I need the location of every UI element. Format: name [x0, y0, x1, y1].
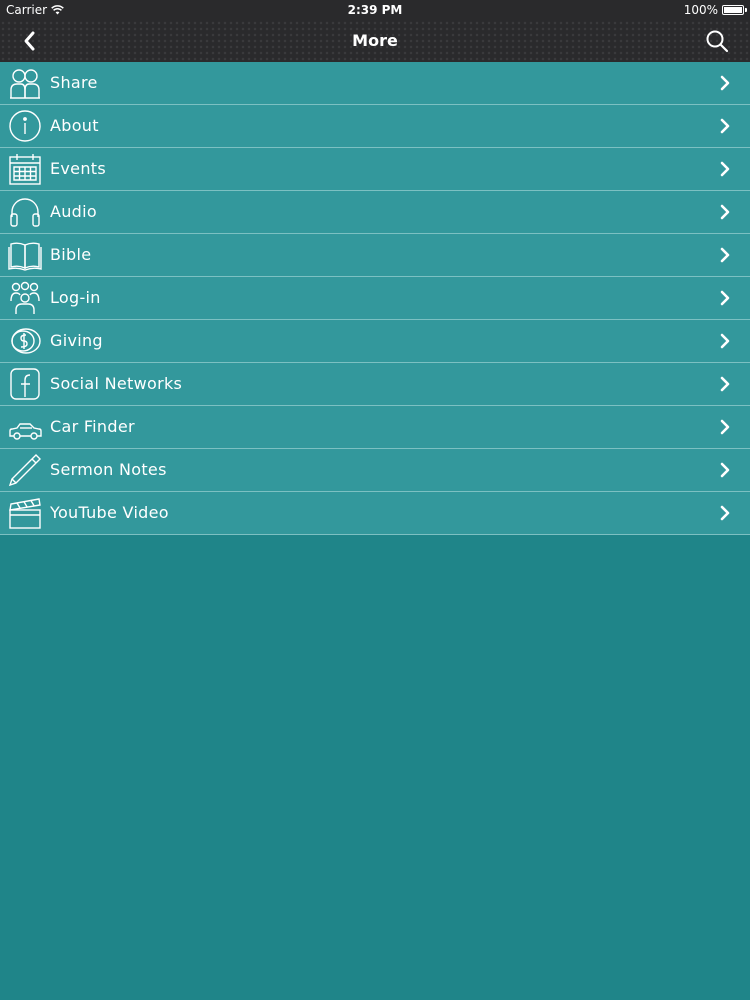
menu-item-label: Sermon Notes — [50, 460, 167, 479]
menu-item-giving[interactable]: Giving — [0, 320, 750, 363]
menu-item-label: Social Networks — [50, 374, 183, 393]
facebook-icon — [10, 368, 40, 400]
clapperboard-icon — [9, 498, 41, 529]
menu-item-label: Car Finder — [50, 417, 135, 436]
battery-indicator: 100% — [683, 3, 747, 17]
menu-item-label: Bible — [50, 245, 92, 264]
search-button[interactable] — [704, 28, 730, 54]
chevron-right-icon — [720, 247, 730, 263]
nav-bar: More — [0, 20, 750, 62]
chevron-right-icon — [720, 290, 730, 306]
menu-item-label: YouTube Video — [50, 503, 169, 522]
menu-item-bible[interactable]: Bible — [0, 234, 750, 277]
search-icon — [706, 30, 729, 53]
menu-item-log-in[interactable]: Log-in — [0, 277, 750, 320]
battery-percent: 100% — [683, 3, 718, 17]
chevron-right-icon — [720, 204, 730, 220]
status-time: 2:39 PM — [347, 3, 403, 17]
battery-fill — [724, 7, 742, 13]
menu-item-social-networks[interactable]: Social Networks — [0, 363, 750, 406]
chevron-right-icon — [720, 333, 730, 349]
menu-item-label: Share — [50, 73, 98, 92]
menu-item-events[interactable]: Events — [0, 148, 750, 191]
menu-item-label: Giving — [50, 331, 103, 350]
chevron-right-icon — [720, 419, 730, 435]
chevron-right-icon — [720, 118, 730, 134]
menu-item-label: Events — [50, 159, 106, 178]
menu-item-label: About — [50, 116, 99, 135]
battery-icon — [722, 5, 747, 15]
pencil-icon — [8, 454, 41, 487]
menu-item-sermon-notes[interactable]: Sermon Notes — [0, 449, 750, 492]
car-icon — [9, 423, 42, 440]
info-icon — [9, 110, 41, 142]
chevron-right-icon — [720, 75, 730, 91]
coin-icon — [11, 328, 41, 354]
menu-item-youtube-video[interactable]: YouTube Video — [0, 492, 750, 535]
headphones-icon — [10, 198, 40, 227]
menu-item-about[interactable]: About — [0, 105, 750, 148]
share-people-icon — [10, 69, 40, 99]
menu-item-label: Log-in — [50, 288, 101, 307]
more-menu-list: Share About Events Audio Bible Log-in Gi… — [0, 62, 750, 535]
menu-item-audio[interactable]: Audio — [0, 191, 750, 234]
status-bar: Carrier 2:39 PM 100% — [0, 0, 750, 20]
page-title: More — [352, 31, 398, 50]
chevron-right-icon — [720, 505, 730, 521]
chevron-right-icon — [720, 462, 730, 478]
chevron-right-icon — [720, 161, 730, 177]
menu-item-car-finder[interactable]: Car Finder — [0, 406, 750, 449]
book-icon — [8, 242, 42, 271]
users-icon — [10, 281, 40, 314]
menu-item-label: Audio — [50, 202, 97, 221]
calendar-icon — [9, 154, 41, 185]
chevron-right-icon — [720, 376, 730, 392]
menu-item-share[interactable]: Share — [0, 62, 750, 105]
